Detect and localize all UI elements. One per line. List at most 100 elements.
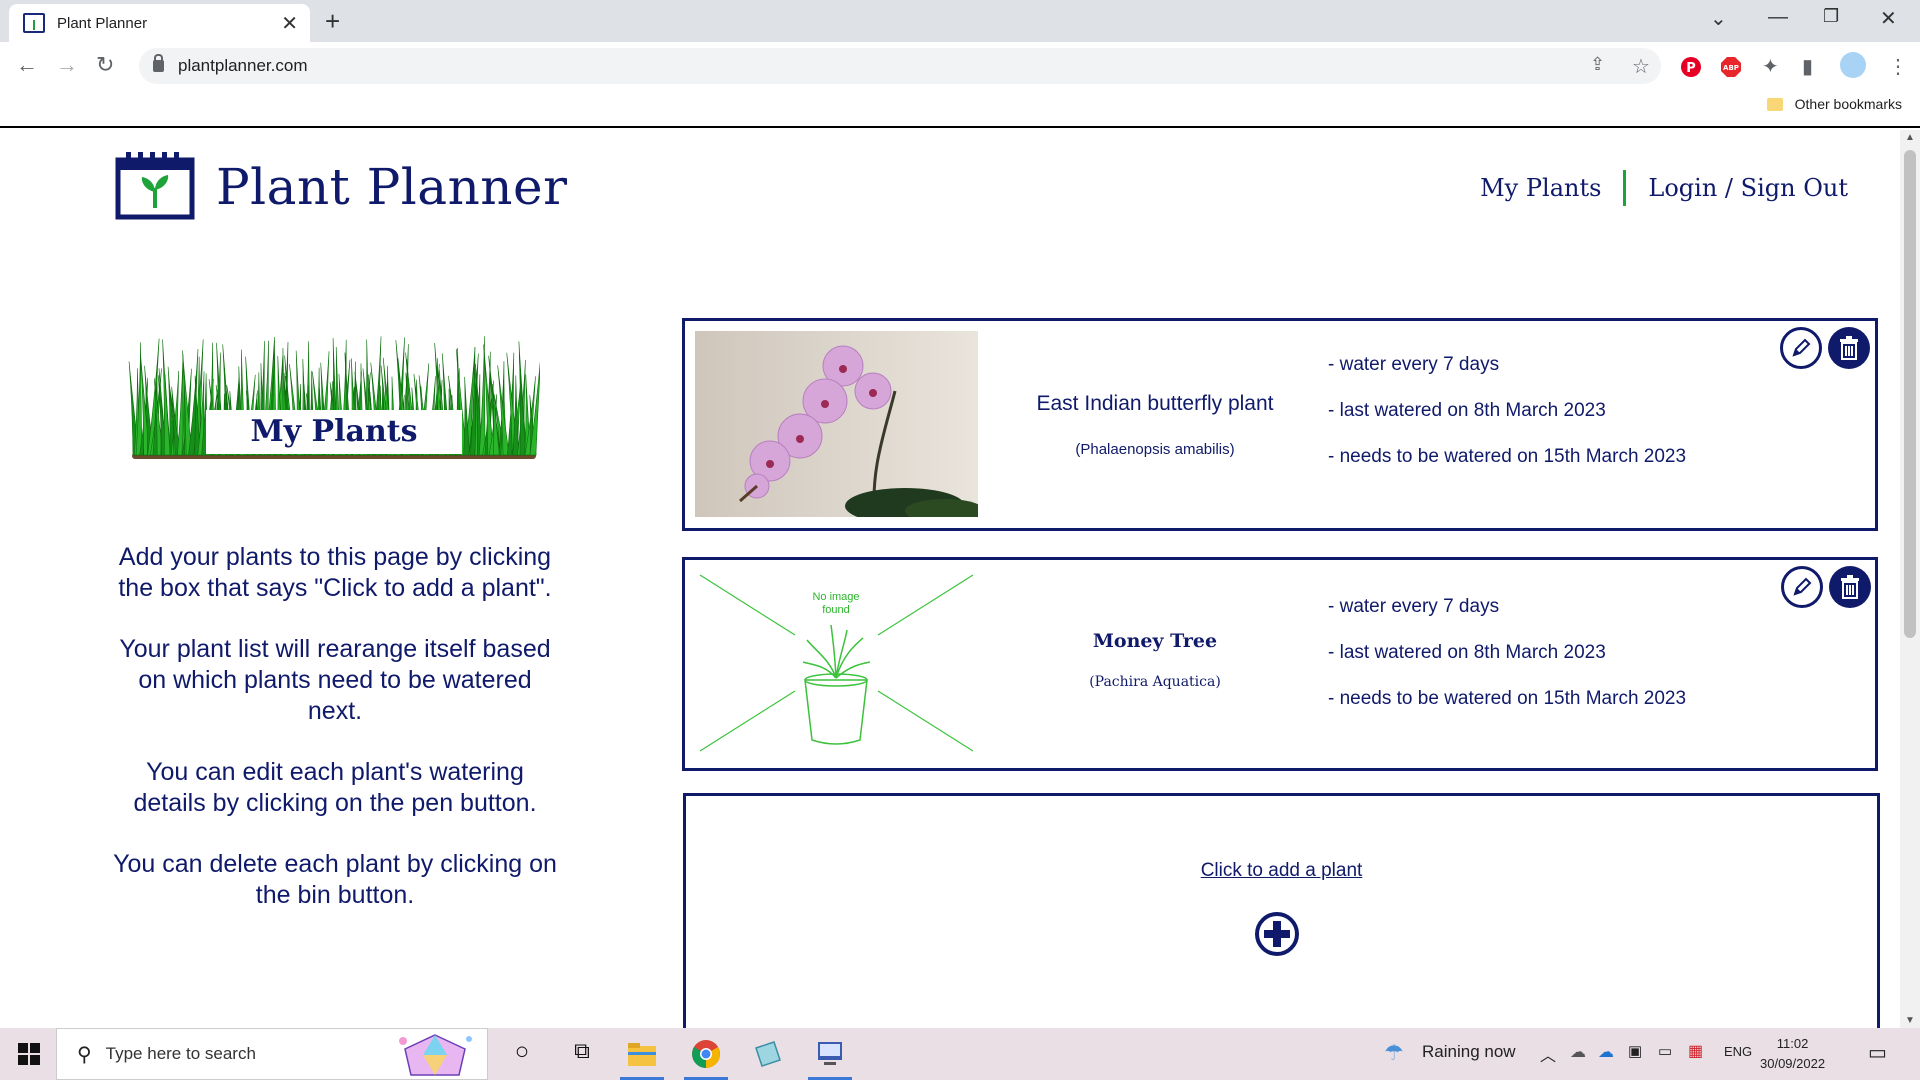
chevron-up-icon[interactable]: ︿ (1540, 1042, 1556, 1066)
page-scrollbar[interactable]: ▲ ▼ (1900, 130, 1920, 1028)
taskbar-search[interactable]: ⚲ Type here to search (56, 1028, 488, 1080)
orchid-photo (695, 331, 978, 517)
delete-button[interactable] (1828, 327, 1870, 369)
bookmark-star-icon[interactable]: ☆ (1632, 54, 1650, 79)
weather-status[interactable]: Raining now (1422, 1042, 1516, 1062)
nav-divider (1623, 170, 1627, 206)
reload-icon[interactable]: ↻ (96, 52, 114, 78)
calendar-badge-icon[interactable]: ▦ (1688, 1041, 1703, 1061)
windows-start-icon[interactable] (18, 1043, 40, 1065)
new-tab-icon[interactable]: + (325, 6, 340, 37)
scroll-up-icon[interactable]: ▲ (1905, 132, 1915, 143)
browser-toolbar: ← → ↻ plantplanner.com ⇪ ☆ P ABP ✦ ▮ ⋮ (0, 42, 1920, 90)
instruction-rearrange: Your plant list will rearange itself bas… (119, 635, 551, 725)
clock-date: 30/09/2022 (1760, 1056, 1826, 1071)
delete-button[interactable] (1829, 566, 1871, 608)
file-explorer-icon[interactable] (626, 1038, 658, 1070)
plant-scientific-name: (Phalaenopsis amabilis) (1075, 441, 1235, 458)
onedrive-icon[interactable]: ☁ (1598, 1042, 1614, 1062)
url-text: plantplanner.com (178, 56, 308, 75)
water-frequency: - water every 7 days (1328, 354, 1500, 375)
svg-text:ABP: ABP (1723, 64, 1739, 72)
plus-circle-icon[interactable] (1254, 911, 1300, 957)
extensions-icon[interactable]: ✦ (1762, 54, 1779, 79)
add-plant-card[interactable]: Click to add a plant (683, 793, 1880, 1028)
lock-icon[interactable] (153, 54, 164, 72)
calendar-favicon-icon (23, 13, 45, 33)
forward-icon[interactable]: → (56, 52, 78, 78)
next-watering: - needs to be watered on 15th March 2023 (1328, 688, 1687, 709)
plant-name: East Indian butterfly plant (1036, 392, 1274, 415)
search-highlight-icon (399, 1034, 472, 1076)
no-image-placeholder: No image found (699, 574, 974, 752)
watering-info: - water every 7 days - last watered on 8… (1328, 584, 1686, 722)
system-clock[interactable]: 11:02 30/09/2022 (1760, 1034, 1825, 1074)
browser-tab[interactable]: Plant Planner ✕ (9, 4, 310, 42)
app-window-icon[interactable] (752, 1038, 784, 1070)
app-monitor-icon[interactable] (814, 1038, 846, 1070)
main-nav: My Plants Login / Sign Out (1480, 170, 1848, 206)
adblock-icon[interactable]: ABP (1720, 56, 1742, 78)
chrome-icon[interactable] (690, 1038, 722, 1070)
no-image-text-line1: No image (812, 591, 859, 603)
search-placeholder: Type here to search (105, 1044, 256, 1063)
last-watered: - last watered on 8th March 2023 (1328, 642, 1606, 663)
instruction-delete: You can delete each plant by clicking on… (113, 850, 557, 909)
clock-time: 11:02 (1776, 1036, 1809, 1051)
edit-button[interactable] (1781, 566, 1823, 608)
tab-search-icon[interactable]: ⌄ (1710, 6, 1727, 31)
restore-icon[interactable]: ❐ (1823, 6, 1839, 27)
search-icon: ⚲ (77, 1043, 92, 1066)
cloud-icon[interactable]: ☁ (1570, 1042, 1586, 1062)
windows-taskbar: ⚲ Type here to search ○ ⧉ ☂ Raining now … (0, 1028, 1920, 1080)
water-frequency: - water every 7 days (1328, 596, 1500, 617)
menu-icon[interactable]: ⋮ (1888, 54, 1908, 79)
language-indicator[interactable]: ENG (1724, 1044, 1752, 1059)
battery-icon[interactable]: ▭ (1658, 1042, 1672, 1060)
nav-my-plants-link[interactable]: My Plants (1480, 174, 1601, 202)
bookmarks-bar: Other bookmarks (0, 90, 1920, 128)
plant-card: No image found Money Tree (Pachira Aquat… (682, 557, 1878, 771)
side-panel-icon[interactable]: ▮ (1802, 54, 1813, 79)
close-window-icon[interactable]: ✕ (1880, 6, 1897, 31)
close-tab-icon[interactable]: ✕ (281, 11, 298, 36)
my-plants-banner-label: My Plants (206, 410, 462, 454)
edit-button[interactable] (1780, 327, 1822, 369)
bin-icon (1840, 336, 1858, 360)
add-plant-link[interactable]: Click to add a plant (686, 860, 1877, 882)
browser-tabstrip: Plant Planner ✕ + ⌄ — ❐ ✕ (0, 0, 1920, 42)
instructions: Add your plants to this page by clicking… (110, 542, 560, 941)
other-bookmarks[interactable]: Other bookmarks (1766, 96, 1902, 112)
bin-icon (1841, 575, 1859, 599)
tab-title: Plant Planner (57, 14, 148, 32)
scroll-down-icon[interactable]: ▼ (1905, 1015, 1915, 1026)
other-bookmarks-label: Other bookmarks (1794, 96, 1902, 112)
next-watering: - needs to be watered on 15th March 2023 (1328, 446, 1687, 467)
back-icon[interactable]: ← (16, 52, 38, 78)
cortana-icon[interactable]: ○ (506, 1038, 538, 1070)
profile-avatar[interactable] (1840, 52, 1866, 78)
address-bar[interactable]: plantplanner.com (139, 48, 1661, 84)
pinterest-icon[interactable]: P (1680, 56, 1702, 78)
display-icon[interactable]: ▣ (1628, 1042, 1642, 1060)
task-view-icon[interactable]: ⧉ (566, 1038, 598, 1070)
instruction-edit: You can edit each plant's watering detai… (133, 758, 537, 817)
plant-card: East Indian butterfly plant (Phalaenopsi… (682, 318, 1878, 531)
pen-icon (1792, 338, 1811, 357)
instruction-add: Add your plants to this page by clicking… (118, 543, 552, 602)
svg-text:P: P (1686, 61, 1696, 76)
grass-banner: My Plants (128, 335, 542, 465)
share-icon[interactable]: ⇪ (1590, 54, 1605, 75)
notifications-icon[interactable]: ▭ (1868, 1040, 1887, 1065)
site-title: Plant Planner (216, 158, 568, 216)
nav-login-link[interactable]: Login / Sign Out (1648, 174, 1848, 202)
plant-name: Money Tree (1092, 630, 1218, 652)
minimize-icon[interactable]: — (1768, 6, 1788, 29)
calendar-sprout-logo-icon (115, 152, 195, 220)
scrollbar-thumb[interactable] (1904, 150, 1916, 638)
pen-icon (1793, 577, 1812, 596)
no-image-text-line2: found (822, 604, 850, 616)
folder-icon (1766, 97, 1783, 111)
page-content: Plant Planner My Plants Login / Sign Out… (0, 130, 1900, 1028)
rain-weather-icon[interactable]: ☂ (1384, 1040, 1404, 1066)
